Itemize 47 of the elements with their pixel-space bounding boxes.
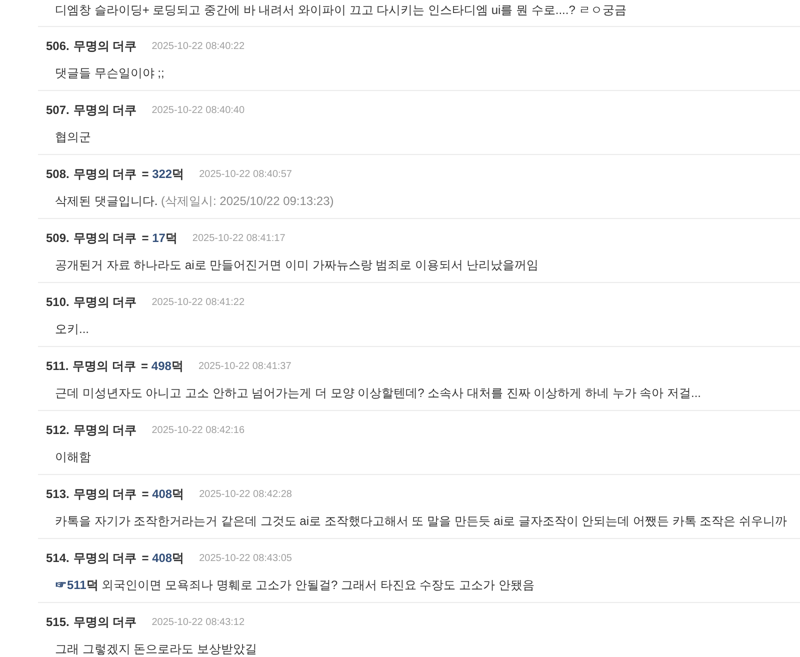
comment-number: 507. [46,102,70,119]
author-name: 무명의 더쿠 [73,422,137,439]
comment-text: 삭제된 댓글입니다. (삭제일시: 2025/10/22 09:13:23) [55,193,335,209]
comment-number: 512. [46,422,70,439]
comment-number: 513. [46,486,70,503]
author-name: 무명의 더쿠 [73,550,137,567]
comment-text: 공개된거 자료 하나라도 ai로 만들어진거면 이미 가짜뉴스랑 범죄로 이용되서 난리났을꺼임 [55,257,540,273]
timestamp: 2025-10-22 08:43:12 [152,616,245,630]
author-name: 무명의 더쿠 [73,294,137,311]
timestamp: 2025-10-22 08:41:22 [152,296,245,310]
comment-number: 510. [46,294,70,311]
score-label: = 498덕 [141,358,184,375]
author-name: 무명의 더쿠 [72,358,136,375]
timestamp: 2025-10-22 08:42:28 [199,488,292,502]
comment-text: 댓글들 무슨일이야 ;; [55,65,166,81]
comment-text: 그래 그렇겠지 돈으로라도 보상받았길 [55,641,258,657]
comment-text: ☞511덕 외국인이면 모욕죄나 명훼로 고소가 안될걸? 그래서 타진요 수장도 고소가 안됐음 [55,577,536,593]
comment-text: 협의군 [55,129,92,145]
author-name: 무명의 더쿠 [73,614,137,631]
comment-text: 디엠창 슬라이딩+ 로딩되고 중간에 바 내려서 와이파이 끄고 다시키는 인스타디엠 ui를 뭔 수로....? ㄹㅇ궁금 [55,2,628,18]
timestamp: 2025-10-22 08:42:16 [152,424,245,438]
author-name: 무명의 더쿠 [73,38,137,55]
author-name: 무명의 더쿠 [73,166,137,183]
timestamp: 2025-10-22 08:43:05 [199,552,292,566]
score-label: = 408덕 [142,550,184,567]
author-name: 무명의 더쿠 [73,102,137,119]
author-name: 무명의 더쿠 [73,486,137,503]
comment-text: 오키... [55,321,90,337]
comment-number: 506. [46,38,70,55]
comment-number: 508. [46,166,70,183]
comment-number: 515. [46,614,70,631]
score-label: = 17덕 [142,230,178,247]
timestamp: 2025-10-22 08:40:22 [152,40,245,54]
score-label: = 322덕 [142,166,184,183]
score-label: = 408덕 [142,486,184,503]
reply-link[interactable]: ☞511덕 [55,578,98,592]
timestamp: 2025-10-22 08:40:57 [199,168,292,182]
comment-text: 이해함 [55,449,92,465]
comment-number: 514. [46,550,70,567]
comment-number: 511. [46,358,69,375]
timestamp: 2025-10-22 08:40:40 [152,104,245,118]
timestamp: 2025-10-22 08:41:37 [198,360,292,374]
timestamp: 2025-10-22 08:41:17 [192,232,286,246]
comment-text: 카톡을 자기가 조작한거라는거 같은데 그것도 ai로 조작했다고해서 또 말을 만든듯 ai로 글자조작이 안되는데 어쨌든 카톡 조작은 쉬우니까 [55,513,788,529]
comment-number: 509. [46,230,70,247]
comment-text: 근데 미성년자도 아니고 고소 안하고 넘어가는게 더 모양 이상할텐데? 소속사 대처를 진짜 이상하게 하네 누가 속아 저걸... [55,385,702,401]
author-name: 무명의 더쿠 [73,230,137,247]
